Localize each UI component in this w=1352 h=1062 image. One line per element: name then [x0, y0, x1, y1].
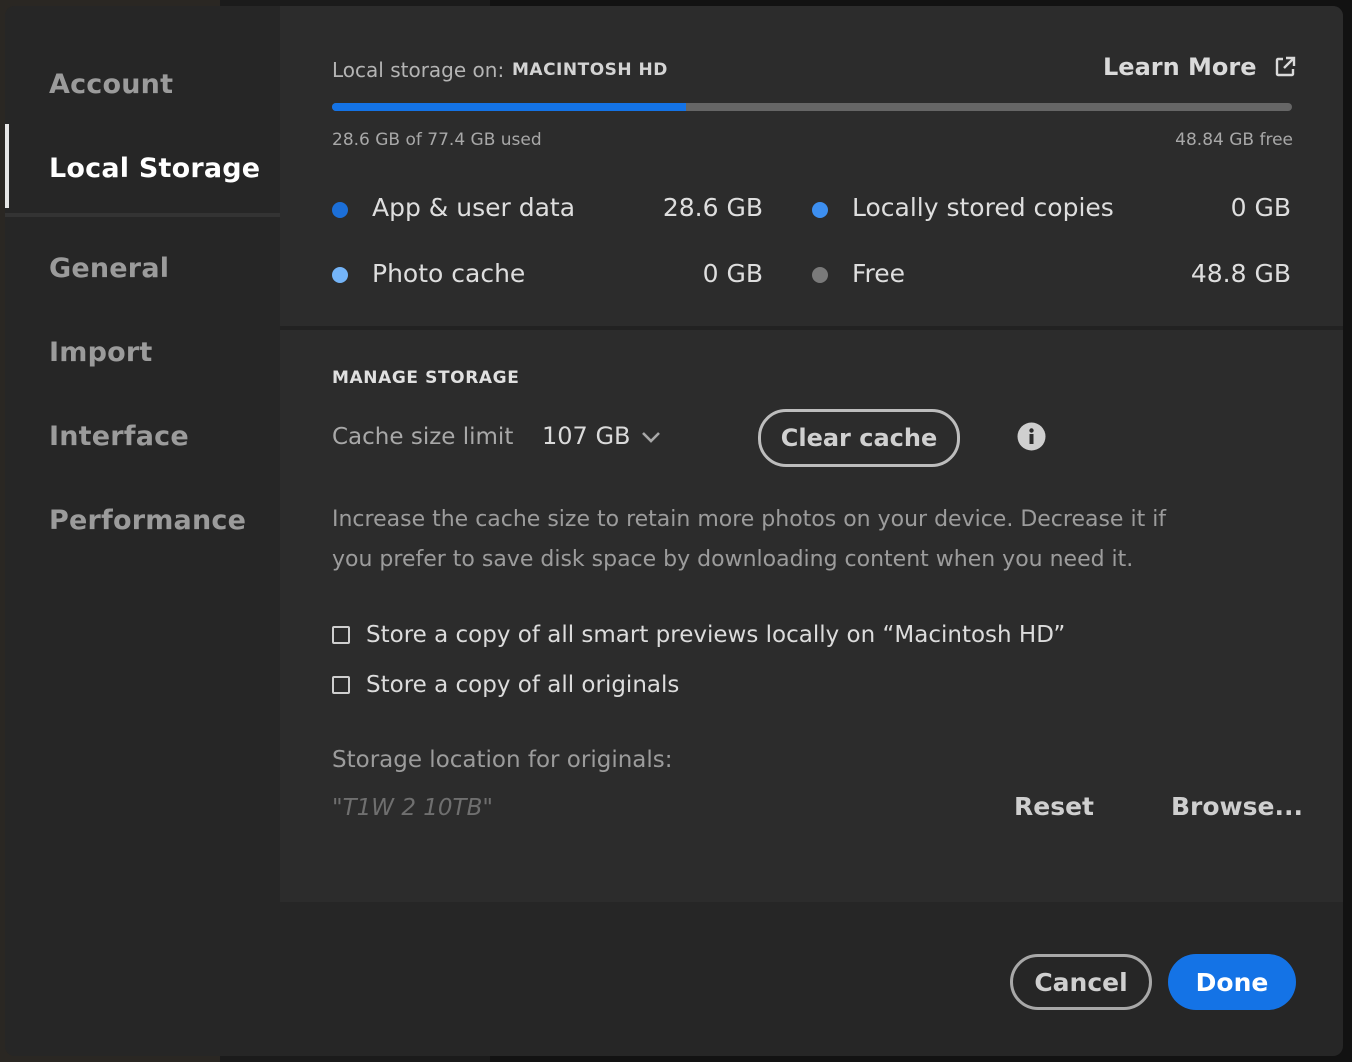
sidebar-divider: [5, 213, 280, 217]
originals-checkbox[interactable]: [332, 676, 350, 694]
sidebar-item-account[interactable]: Account: [5, 42, 280, 126]
cache-size-value: 107 GB: [542, 422, 631, 450]
originals-location-value: "T1W 2 10TB": [332, 795, 493, 821]
sidebar-item-performance[interactable]: Performance: [5, 478, 280, 562]
cache-size-dropdown[interactable]: 107 GB: [542, 422, 661, 450]
legend-label-app-user-data: App & user data: [372, 192, 576, 222]
originals-checkbox-label: Store a copy of all originals: [366, 672, 680, 698]
originals-location-label: Storage location for originals:: [332, 747, 673, 773]
manage-storage-heading: MANAGE STORAGE: [332, 368, 520, 388]
legend-label-free: Free: [852, 258, 906, 288]
legend-value-app-user-data: 28.6 GB: [662, 192, 763, 222]
legend-label-photo-cache: Photo cache: [372, 258, 526, 288]
cancel-button[interactable]: Cancel: [1010, 954, 1152, 1010]
info-icon[interactable]: [1017, 422, 1046, 451]
legend-dot-app-user-data: [332, 202, 348, 218]
sidebar-item-interface[interactable]: Interface: [5, 394, 280, 478]
legend-value-photo-cache: 0 GB: [702, 258, 763, 288]
sidebar-item-local-storage[interactable]: Local Storage: [5, 126, 280, 210]
storage-location-label: Local storage on:: [332, 58, 505, 82]
preferences-sidebar: Account Local Storage General Import Int…: [5, 6, 280, 1056]
legend-dot-locally-stored-copies: [812, 202, 828, 218]
cache-description: Increase the cache size to retain more p…: [332, 507, 1167, 572]
preferences-dialog: Account Local Storage General Import Int…: [5, 6, 1343, 1056]
legend-dot-free: [812, 267, 828, 283]
drive-name: MACINTOSH HD: [512, 60, 668, 80]
smart-previews-checkbox-row[interactable]: Store a copy of all smart previews local…: [332, 622, 1065, 648]
legend-value-locally-stored-copies: 0 GB: [1230, 192, 1291, 222]
learn-more-link[interactable]: Learn More: [1103, 53, 1297, 81]
storage-usage-fill: [332, 103, 687, 111]
legend-label-locally-stored-copies: Locally stored copies: [852, 192, 1114, 222]
originals-checkbox-row[interactable]: Store a copy of all originals: [332, 672, 679, 698]
legend-dot-photo-cache: [332, 267, 348, 283]
sidebar-item-import[interactable]: Import: [5, 310, 280, 394]
external-link-icon: [1273, 55, 1297, 79]
smart-previews-checkbox-label: Store a copy of all smart previews local…: [366, 622, 1066, 648]
browse-button[interactable]: Browse...: [1171, 792, 1303, 821]
storage-used-text: 28.6 GB of 77.4 GB used: [332, 130, 542, 150]
chevron-down-icon: [641, 422, 661, 450]
done-button[interactable]: Done: [1168, 954, 1296, 1010]
smart-previews-checkbox[interactable]: [332, 626, 350, 644]
legend-value-free: 48.8 GB: [1190, 258, 1291, 288]
storage-usage-bar: [332, 103, 1292, 111]
reset-button[interactable]: Reset: [1014, 792, 1094, 821]
cache-size-label: Cache size limit: [332, 424, 514, 450]
clear-cache-button[interactable]: Clear cache: [758, 409, 960, 467]
storage-free-text: 48.84 GB free: [1175, 130, 1293, 150]
sidebar-item-general[interactable]: General: [5, 226, 280, 310]
learn-more-label: Learn More: [1103, 53, 1257, 81]
